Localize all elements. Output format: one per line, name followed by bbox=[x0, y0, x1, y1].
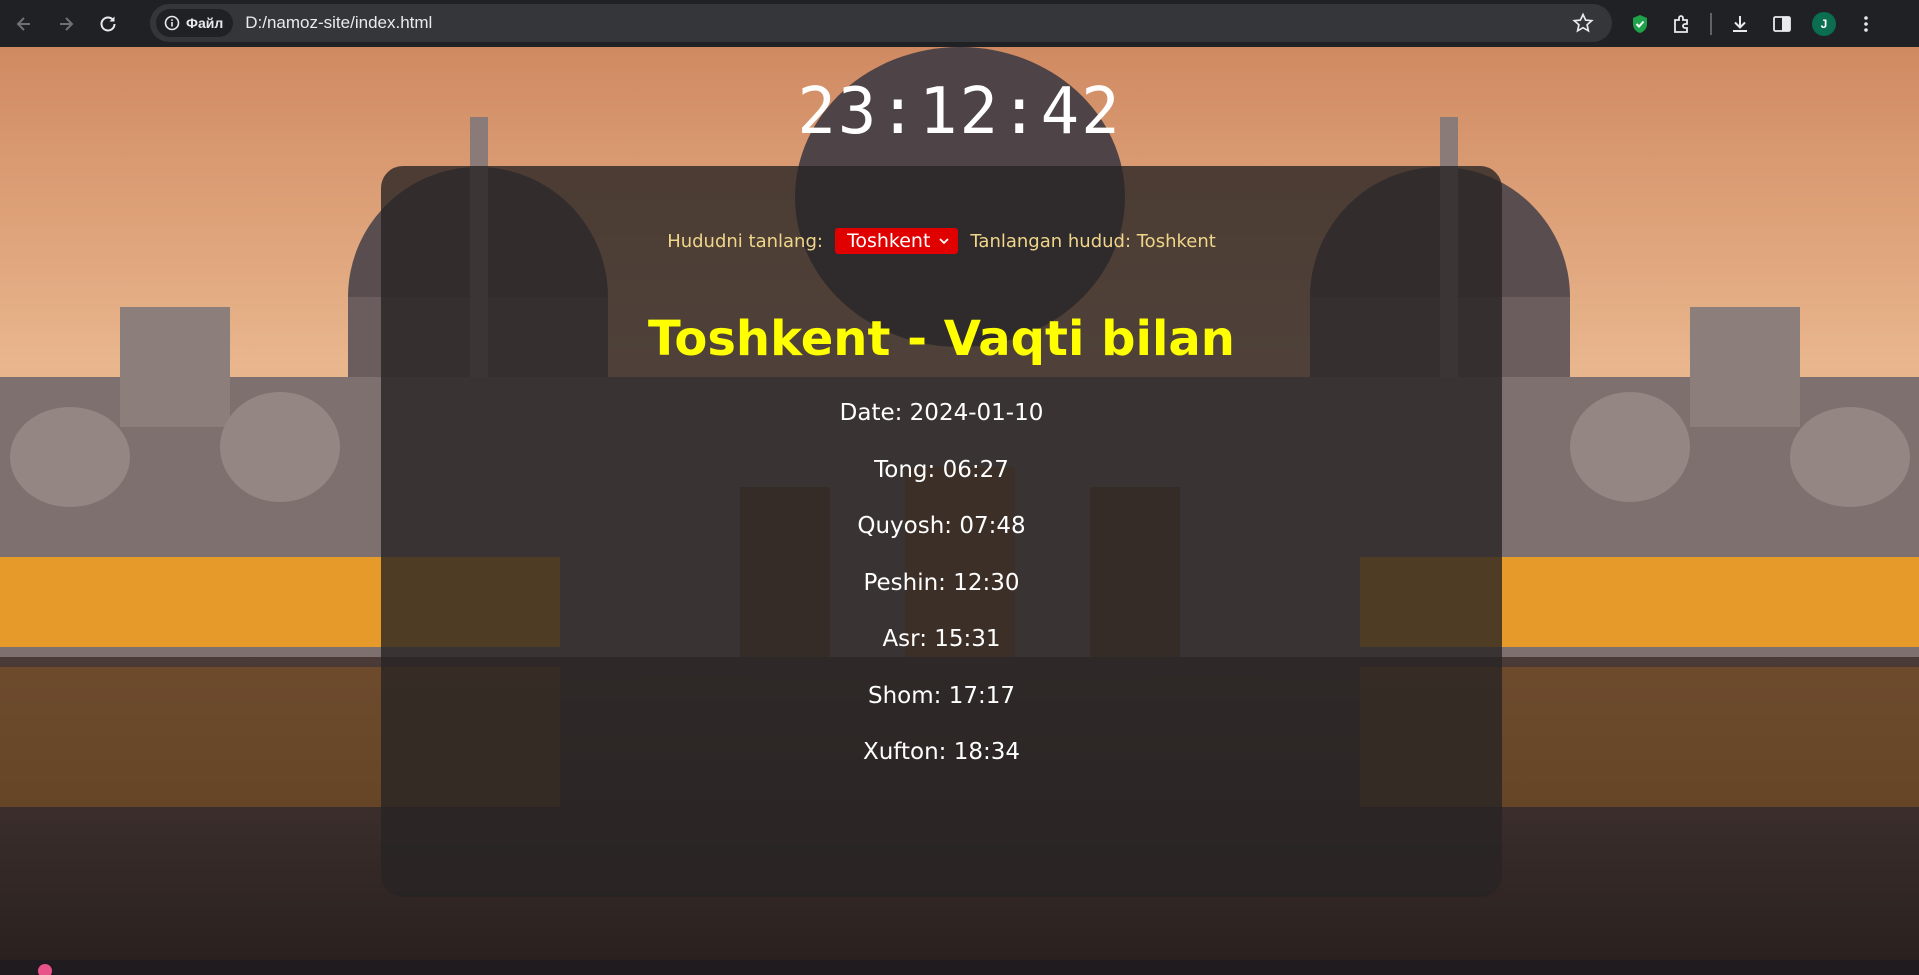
puzzle-icon bbox=[1674, 14, 1688, 33]
selected-region-text: Tanlangan hudud: Toshkent bbox=[970, 230, 1216, 252]
taskbar-weather-icon[interactable] bbox=[38, 964, 52, 975]
forward-button[interactable] bbox=[48, 6, 84, 42]
arrow-right-icon bbox=[60, 16, 74, 31]
os-taskbar bbox=[0, 960, 1919, 975]
bookmark-star-icon[interactable] bbox=[1572, 12, 1594, 34]
avatar: J bbox=[1812, 11, 1836, 36]
prayer-time-xufton: Xufton: 18:34 bbox=[862, 739, 1021, 765]
page-viewport: 23:12:42 Hududni tanlang: Toshkent Tanla… bbox=[0, 47, 1919, 960]
side-panel-button[interactable] bbox=[1764, 6, 1800, 42]
region-selector-row: Hududni tanlang: Toshkent Tanlangan hudu… bbox=[381, 228, 1502, 254]
shield-extension-button[interactable] bbox=[1622, 6, 1658, 42]
chevron-down-icon bbox=[939, 238, 950, 245]
site-info-chip[interactable]: Файл bbox=[156, 9, 234, 37]
browser-toolbar: Файл D:/namoz-site/index.html J bbox=[0, 0, 1919, 47]
shield-check-icon bbox=[1633, 14, 1647, 33]
region-select-value: Toshkent bbox=[846, 230, 931, 252]
more-vertical-icon bbox=[1864, 15, 1868, 32]
reload-button[interactable] bbox=[90, 6, 126, 42]
region-select[interactable]: Toshkent bbox=[834, 228, 959, 254]
prayer-time-peshin: Peshin: 12:30 bbox=[863, 569, 1020, 596]
menu-button[interactable] bbox=[1848, 6, 1884, 42]
extensions-button[interactable] bbox=[1664, 6, 1700, 42]
live-clock: 23:12:42 bbox=[797, 75, 1122, 149]
side-panel-icon bbox=[1773, 15, 1791, 32]
prayer-times-panel: Hududni tanlang: Toshkent Tanlangan hudu… bbox=[381, 166, 1502, 897]
extensions-area: J bbox=[1622, 0, 1890, 47]
prayer-time-quyosh: Quyosh: 07:48 bbox=[857, 513, 1026, 539]
region-label: Hududni tanlang: bbox=[667, 230, 823, 252]
prayer-time-tong: Tong: 06:27 bbox=[874, 456, 1009, 483]
address-bar[interactable]: Файл D:/namoz-site/index.html bbox=[150, 4, 1612, 42]
prayer-time-asr: Asr: 15:31 bbox=[882, 626, 1001, 652]
prayer-time-shom: Shom: 17:17 bbox=[868, 682, 1015, 709]
arrow-left-icon bbox=[16, 16, 30, 31]
back-button[interactable] bbox=[6, 6, 42, 42]
prayer-times-list: Date: 2024-01-10 Tong: 06:27 Quyosh: 07:… bbox=[381, 398, 1502, 794]
download-icon bbox=[1733, 15, 1747, 32]
page-title: Toshkent - Vaqti bilan bbox=[648, 311, 1235, 367]
profile-button[interactable]: J bbox=[1806, 6, 1842, 42]
url-text[interactable]: D:/namoz-site/index.html bbox=[245, 13, 432, 33]
downloads-button[interactable] bbox=[1722, 6, 1758, 42]
info-icon bbox=[164, 15, 180, 31]
toolbar-divider bbox=[1710, 12, 1712, 35]
reload-icon bbox=[100, 15, 116, 31]
site-chip-label: Файл bbox=[186, 15, 224, 31]
date-row: Date: 2024-01-10 bbox=[839, 400, 1044, 426]
